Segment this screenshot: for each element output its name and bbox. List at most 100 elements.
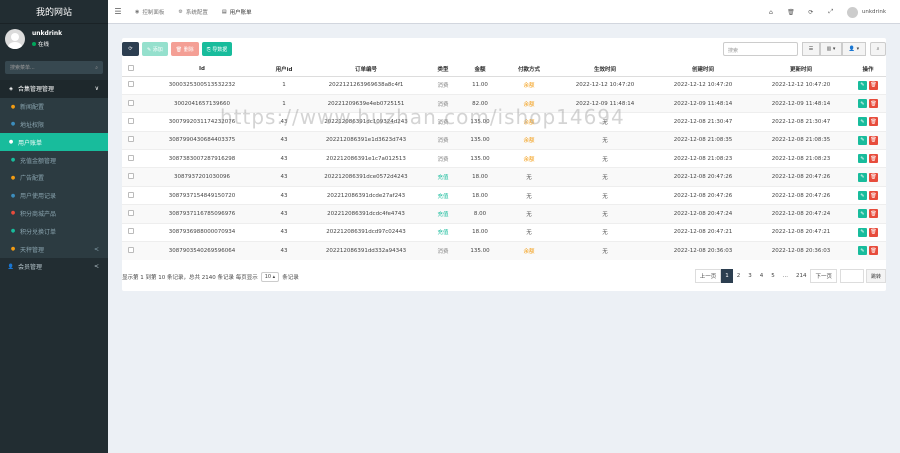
delete-icon[interactable]: 🗑 <box>869 80 878 90</box>
page-214[interactable]: 214 <box>792 269 811 283</box>
sidebar-item-4[interactable]: ● 充值金额管理 <box>0 151 108 169</box>
pagination-info: 显示第 1 到第 10 条记录，总共 2140 条记录 每页显示 10 ▴ 条记… <box>122 272 299 282</box>
delete-icon[interactable]: 🗑 <box>869 172 878 182</box>
delete-icon[interactable]: 🗑 <box>869 246 878 256</box>
delete-icon[interactable]: 🗑 <box>869 191 878 201</box>
table-row[interactable]: 3087937201030096 43 202212086391dce0572d42… <box>122 167 886 187</box>
table-row[interactable]: 3007992031174232076 43 202212086391dc10932… <box>122 112 886 132</box>
sidebar-item-label: 积分商城产品 <box>20 210 57 218</box>
table-row[interactable]: 3087903540269596064 43 202212086391dd332a9… <box>122 241 886 260</box>
sidebar-item-2[interactable]: ● 地址权限 <box>0 115 108 134</box>
amount-value: 18.00 <box>472 174 488 181</box>
amount-value: 135.00 <box>470 247 490 254</box>
row-checkbox[interactable] <box>128 173 134 180</box>
delete-button[interactable]: 🗑 删除 <box>170 42 199 56</box>
search-icon[interactable]: ⌕ <box>95 65 98 71</box>
cell-created: 2022-12-08 20:36:03 <box>654 241 752 260</box>
fullscreen-icon[interactable]: ⤢ <box>821 8 841 16</box>
delete-icon[interactable]: 🗑 <box>869 154 878 164</box>
sidebar-item-3[interactable]: ● 用户账单 <box>0 133 108 152</box>
edit-icon[interactable]: ✎ <box>858 191 867 201</box>
delete-icon[interactable]: 🗑 <box>869 117 878 127</box>
home-icon[interactable]: ⌂ <box>761 9 781 16</box>
delete-icon[interactable]: 🗑 <box>869 227 878 237</box>
toggle-view-icon[interactable]: ☰ <box>802 42 820 56</box>
top-user[interactable]: unkdrink <box>841 6 900 18</box>
edit-icon[interactable]: ✎ <box>858 80 867 90</box>
page-size-select[interactable]: 10 ▴ <box>260 272 280 282</box>
page-1[interactable]: 1 <box>721 269 733 283</box>
jump-button[interactable]: 跳转 <box>865 269 886 283</box>
prev-page-button[interactable]: 上一页 <box>694 269 722 283</box>
order-value: 202212086391e1d3623d743 <box>325 137 407 144</box>
page-4[interactable]: 4 <box>756 269 768 283</box>
uid-value: 1 <box>282 100 286 107</box>
row-checkbox[interactable] <box>128 154 134 161</box>
page-3[interactable]: 3 <box>744 269 756 283</box>
row-checkbox[interactable] <box>128 228 134 235</box>
edit-icon[interactable]: ✎ <box>858 117 867 127</box>
table-row[interactable]: 3000325300513532232 1 2022121263969638a8c4… <box>122 75 886 95</box>
row-checkbox[interactable] <box>128 136 134 143</box>
row-checkbox[interactable] <box>128 191 134 198</box>
page-2[interactable]: 2 <box>733 269 745 283</box>
user-panel: unkdrink 在线 <box>0 24 108 56</box>
edit-icon[interactable]: ✎ <box>858 209 867 219</box>
delete-icon[interactable]: 🗑 <box>869 99 878 109</box>
table-row[interactable]: 3087937154849150720 43 202212086391dcde27a… <box>122 185 886 205</box>
next-page-button[interactable]: 下一页 <box>810 269 837 283</box>
cell-pay: 无 <box>502 204 556 224</box>
columns-icon[interactable]: ▥ ▾ <box>820 42 842 56</box>
tab-label: 用户账单 <box>229 9 252 16</box>
select-all-checkbox[interactable] <box>128 64 134 71</box>
row-checkbox[interactable] <box>128 81 134 88</box>
export-menu-icon[interactable]: 👤 ▾ <box>842 42 866 56</box>
uid-value: 1 <box>282 82 286 89</box>
delete-icon[interactable]: 🗑 <box>869 209 878 219</box>
brand-title[interactable]: 我的网站 <box>0 0 108 24</box>
sidebar-item-1[interactable]: ● 新闻配置 <box>0 97 108 116</box>
table-row[interactable]: 3087990430684403375 43 202212086391e1d3623… <box>122 130 886 150</box>
row-actions: ✎ 🗑 <box>850 135 886 145</box>
sidebar-item-9[interactable]: ● 天秤管理 < <box>0 240 108 258</box>
export-button[interactable]: ⎘ 导数据 <box>201 42 233 56</box>
table-row[interactable]: 3087936988000070934 43 202212086391dcd97c0… <box>122 222 886 242</box>
tab-2[interactable]: ▤ 用户账单 <box>215 0 259 24</box>
advanced-search-icon[interactable]: ⌕ <box>870 42 886 56</box>
edit-icon[interactable]: ✎ <box>858 99 867 109</box>
sidebar-item-7[interactable]: ● 积分商城产品 <box>0 204 108 223</box>
refresh-button[interactable]: ⟳ <box>122 42 139 56</box>
sidebar-item-8[interactable]: ● 积分兑换订单 <box>0 222 108 241</box>
refresh-icon[interactable]: ⟳ <box>801 9 821 16</box>
id-value: 3087383007287916298 <box>168 155 236 162</box>
edit-icon[interactable]: ✎ <box>858 154 867 164</box>
order-value: 20221209639e4eb0725151 <box>327 100 405 107</box>
delete-icon[interactable]: 🗑 <box>869 135 878 145</box>
sidebar-item-0[interactable]: ◈ 合集管理管理 ∨ <box>0 80 108 98</box>
edit-icon[interactable]: ✎ <box>858 135 867 145</box>
sidebar-item-10[interactable]: 👤 会员管理 < <box>0 258 108 276</box>
row-checkbox[interactable] <box>128 209 134 216</box>
cell-amount: 135.00 <box>458 112 502 132</box>
edit-icon[interactable]: ✎ <box>858 172 867 182</box>
row-checkbox[interactable] <box>128 117 134 124</box>
edit-icon[interactable]: ✎ <box>858 227 867 237</box>
page-jump-input[interactable] <box>839 269 864 283</box>
table-row[interactable]: 3087383007287916298 43 202212086391e1c7a01… <box>122 149 886 168</box>
hamburger-icon[interactable]: ☰ <box>108 7 128 16</box>
row-checkbox[interactable] <box>128 246 134 253</box>
sidebar-search[interactable]: 搜索菜单... ⌕ <box>5 61 103 74</box>
tab-1[interactable]: ⚙ 系统配置 <box>171 0 215 24</box>
row-checkbox[interactable] <box>128 99 134 106</box>
search-input[interactable]: 搜索 <box>723 42 798 56</box>
add-button[interactable]: ✎ 添加 <box>142 42 168 56</box>
page-5[interactable]: 5 <box>767 269 779 283</box>
cell-pay: 余额 <box>502 130 556 150</box>
table-row[interactable]: 3087937116785096976 43 202212086391dcdc4fe… <box>122 204 886 224</box>
table-row[interactable]: 3002041657139660 1 20221209639e4eb0725151 消… <box>122 93 886 113</box>
tab-0[interactable]: ◉ 控制面板 <box>128 0 171 24</box>
trash-icon[interactable]: 🗑 <box>781 9 801 16</box>
sidebar-item-5[interactable]: ● 广告配置 <box>0 168 108 187</box>
sidebar-item-6[interactable]: ● 用户使用记录 <box>0 186 108 205</box>
edit-icon[interactable]: ✎ <box>858 246 867 256</box>
